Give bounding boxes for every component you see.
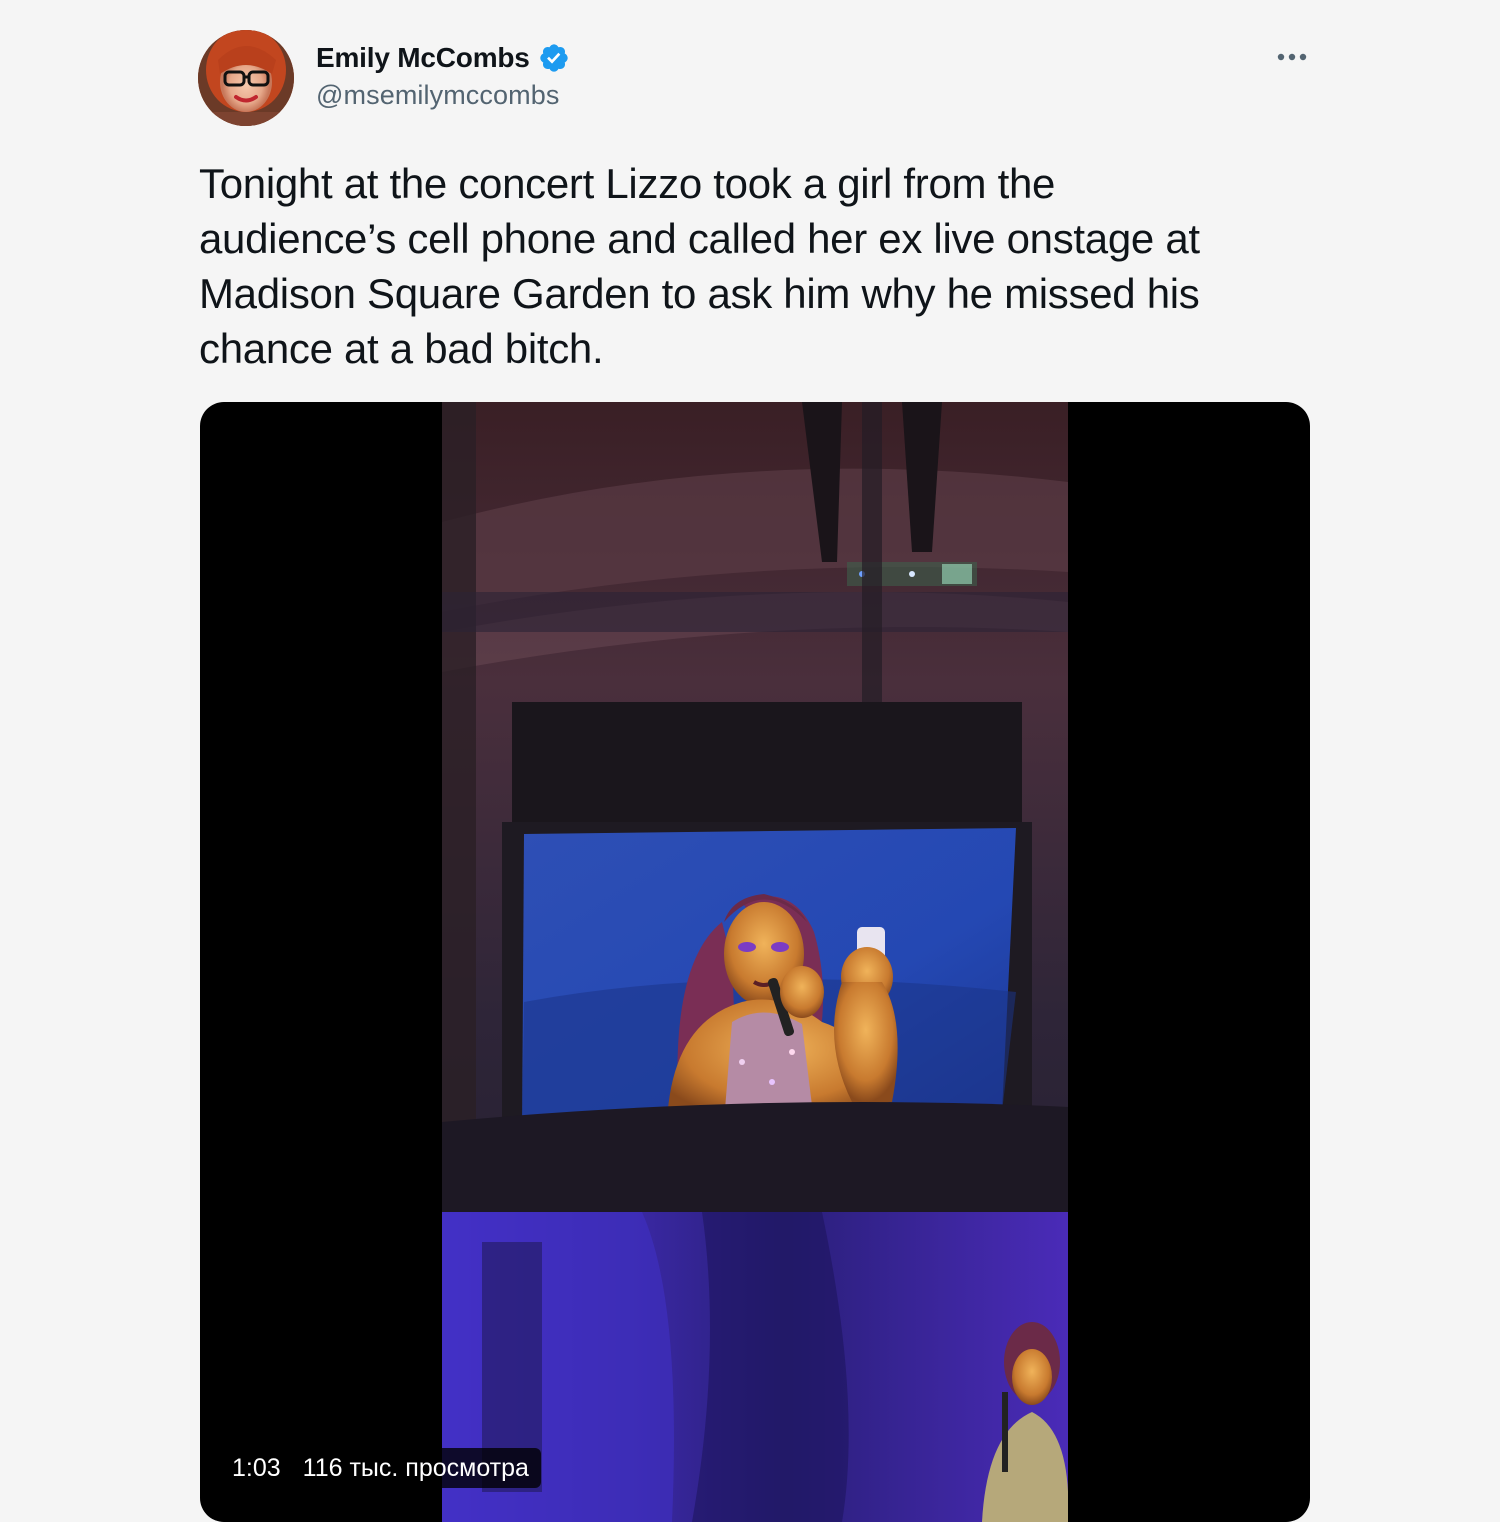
video-thumbnail bbox=[442, 402, 1068, 1522]
more-options-button[interactable] bbox=[1270, 40, 1314, 74]
video-duration: 1:03 bbox=[232, 1453, 281, 1482]
video-info-badge: 1:03 116 тыс. просмотра bbox=[220, 1448, 541, 1488]
tweet-text: Tonight at the concert Lizzo took a girl… bbox=[199, 160, 1200, 372]
video-view-count: 116 тыс. просмотра bbox=[302, 1453, 529, 1482]
author-name-row[interactable]: Emily McCombs bbox=[316, 38, 570, 78]
author-display-name[interactable]: Emily McCombs bbox=[316, 42, 530, 74]
tweet-video[interactable] bbox=[200, 402, 1310, 1522]
video-frame[interactable] bbox=[442, 402, 1068, 1522]
verified-badge-icon bbox=[540, 44, 568, 72]
more-horizontal-icon bbox=[1277, 53, 1307, 61]
author-avatar[interactable] bbox=[198, 30, 294, 126]
author-handle[interactable]: @msemilymccombs bbox=[316, 80, 559, 111]
profile-photo-icon bbox=[198, 30, 294, 126]
